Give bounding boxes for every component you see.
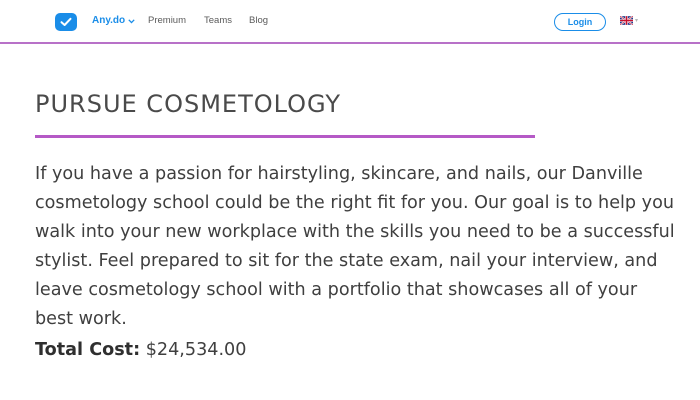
brand-dropdown[interactable]: Any.do (92, 15, 135, 26)
total-cost-value: $24,534.00 (145, 340, 247, 360)
brand-dropdown-label: Any.do (92, 15, 126, 26)
total-cost-label: Total Cost: (35, 340, 141, 360)
language-selector[interactable]: ▾ (620, 16, 638, 25)
uk-flag-icon (620, 16, 633, 25)
title-divider (35, 135, 535, 138)
page-title: PURSUE COSMETOLOGY (35, 90, 342, 118)
top-navbar: Any.do Premium Teams Blog Login ▾ (0, 0, 700, 44)
anydo-logo[interactable] (55, 13, 77, 31)
chevron-down-icon: ▾ (635, 16, 639, 24)
total-cost-line: Total Cost: $24,534.00 (35, 336, 246, 365)
chevron-down-icon (128, 18, 135, 24)
nav-link-blog[interactable]: Blog (249, 15, 268, 26)
nav-link-teams[interactable]: Teams (204, 15, 232, 26)
body-paragraph: If you have a passion for hairstyling, s… (35, 164, 675, 329)
login-button[interactable]: Login (554, 13, 606, 31)
checkmark-icon (60, 17, 72, 26)
nav-link-premium[interactable]: Premium (148, 15, 186, 26)
